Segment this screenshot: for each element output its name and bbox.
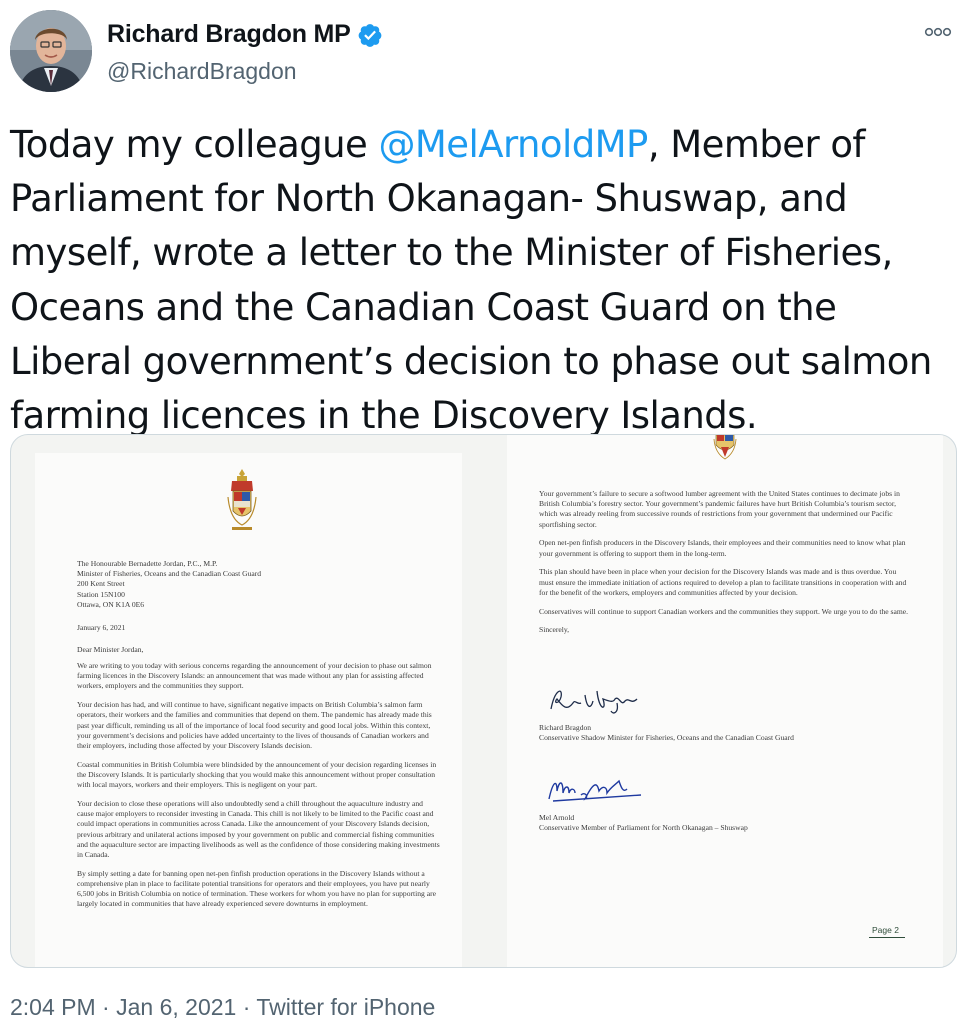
page-number-rule <box>869 937 905 938</box>
avatar[interactable] <box>10 10 92 92</box>
signature-richard-bragdon <box>550 690 638 714</box>
separator: · <box>236 994 257 1020</box>
signatory-title: Conservative Shadow Minister for Fisheri… <box>539 733 794 742</box>
mention-link[interactable]: @MelArnoldMP <box>378 123 648 166</box>
letter-body-page-2: Your government’s failure to secure a so… <box>539 489 911 644</box>
tweet-date[interactable]: Jan 6, 2021 <box>116 994 236 1020</box>
letter-date: January 6, 2021 <box>77 623 126 632</box>
display-name[interactable]: Richard Bragdon MP <box>107 20 351 49</box>
name-row: Richard Bragdon MP <box>107 20 383 49</box>
letter-paragraph: This plan should have been in place when… <box>539 567 907 597</box>
verified-badge-icon <box>358 23 382 47</box>
letter-page-2: Your government’s failure to secure a so… <box>507 435 943 967</box>
tweet-metadata: 2:04 PM · Jan 6, 2021 · Twitter for iPho… <box>10 994 435 1021</box>
signatory-name: Richard Bragdon <box>539 723 592 732</box>
signatory-title: Conservative Member of Parliament for No… <box>539 823 748 832</box>
tweet-header: Richard Bragdon MP @RichardBragdon <box>10 10 955 92</box>
letter-salutation: Dear Minister Jordan, <box>77 645 144 654</box>
tweet-source[interactable]: Twitter for iPhone <box>256 994 435 1020</box>
letter-paragraph: Your government’s failure to secure a so… <box>539 489 900 529</box>
more-options-icon[interactable] <box>923 22 953 42</box>
tweet-time[interactable]: 2:04 PM <box>10 994 96 1020</box>
letter-paragraph: Coastal communities in British Columbia … <box>77 759 437 790</box>
signature-mel-arnold <box>548 779 642 802</box>
letter-paragraph: We are writing to you today with serious… <box>77 661 432 691</box>
letter-closing: Sincerely, <box>539 625 570 635</box>
attached-letter-image[interactable]: The Honourable Bernadette Jordan, P.C., … <box>10 434 957 968</box>
coat-of-arms-icon <box>713 435 737 460</box>
page-number: Page 2 <box>872 925 899 935</box>
signature-block-arnold: Mel Arnold Conservative Member of Parlia… <box>539 773 919 843</box>
letter-paragraph: Your decision has had, and will continue… <box>77 700 432 751</box>
signatory-name: Mel Arnold <box>539 813 575 822</box>
letter-paragraph: By simply setting a date for banning ope… <box>77 868 437 909</box>
separator: · <box>95 994 117 1020</box>
handle[interactable]: @RichardBragdon <box>107 58 297 85</box>
letter-paragraph: Open net-pen finfish producers in the Di… <box>539 538 906 558</box>
recipient-address: The Honourable Bernadette Jordan, P.C., … <box>77 559 262 609</box>
letter-body-page-1: We are writing to you today with serious… <box>77 661 441 918</box>
avatar-photo <box>10 10 92 92</box>
letter-paragraph: Your decision to close these operations … <box>77 799 440 860</box>
tweet-text-body: , Member of Parliament for North Okanaga… <box>10 123 932 438</box>
letter-page-1: The Honourable Bernadette Jordan, P.C., … <box>35 453 462 967</box>
tweet-text: Today my colleague @MelArnoldMP, Member … <box>10 118 955 443</box>
signature-block-bragdon: Richard Bragdon Conservative Shadow Mini… <box>539 683 919 753</box>
coat-of-arms-icon <box>227 469 257 530</box>
letter-paragraph: Conservatives will continue to support C… <box>539 606 909 616</box>
tweet-text-intro: Today my colleague <box>10 123 379 166</box>
